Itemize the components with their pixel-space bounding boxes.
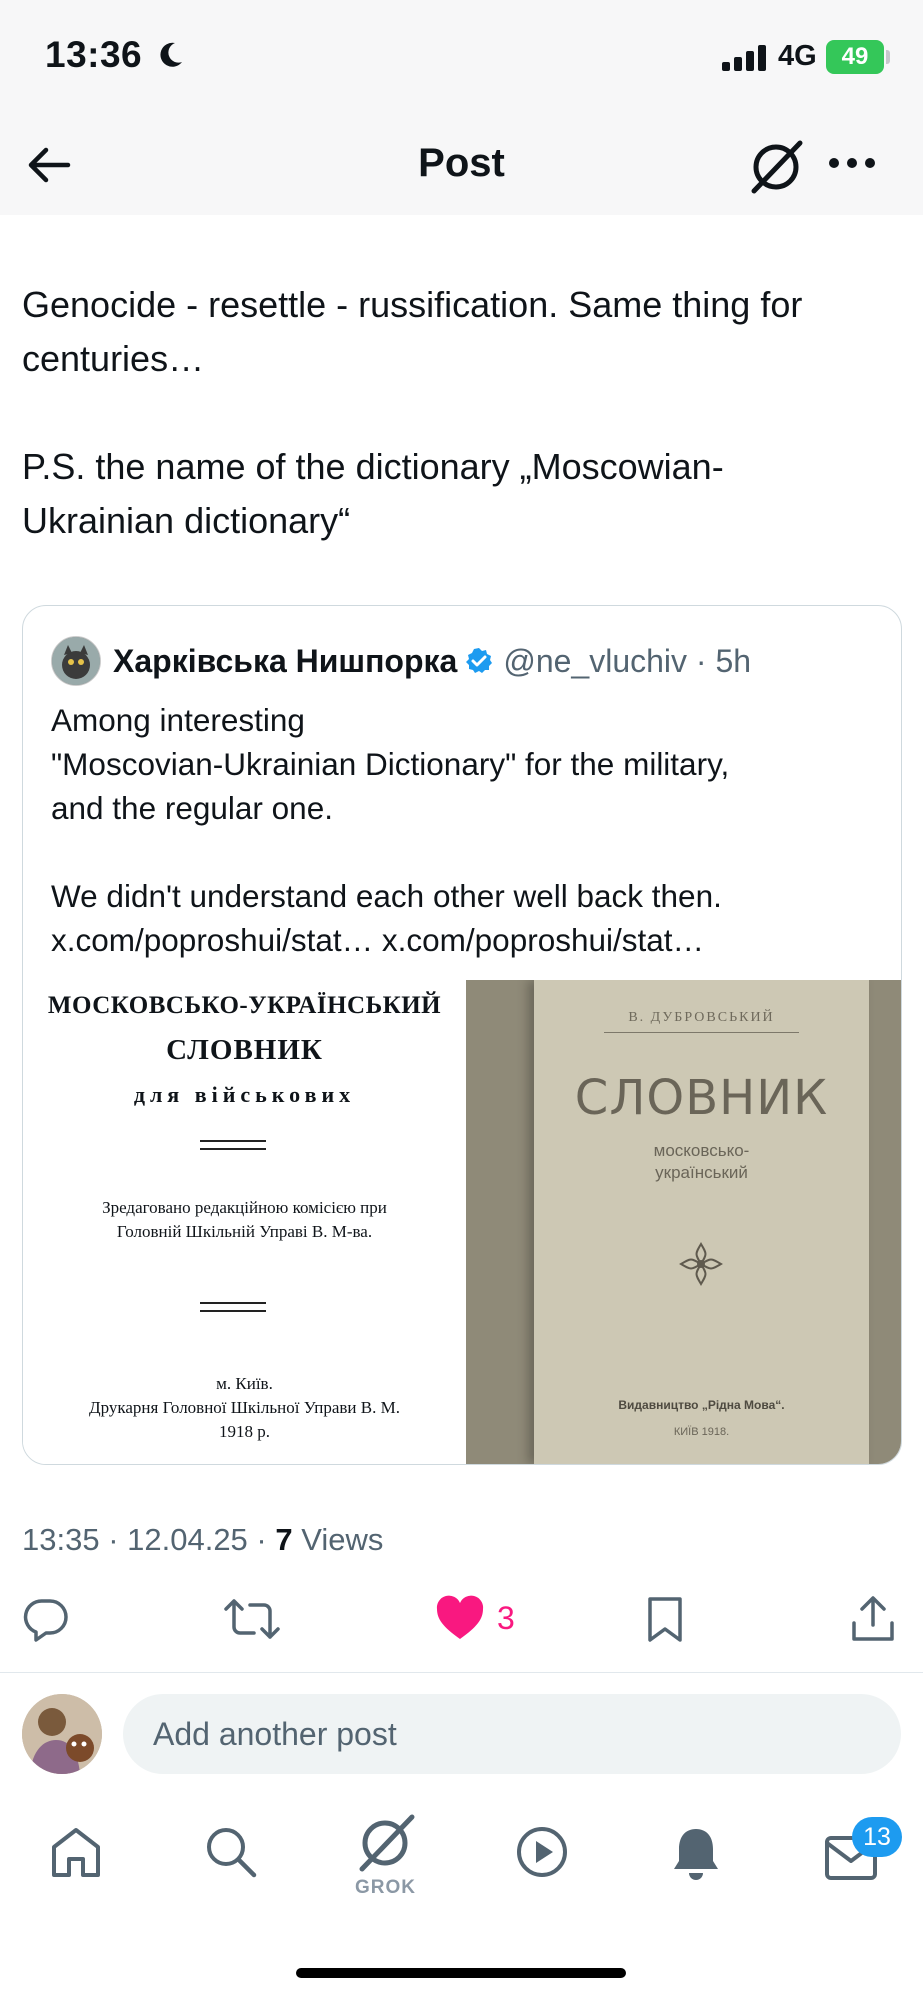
tab-grok-label: GROK	[355, 1877, 416, 1898]
image-text: московсько- український	[534, 1140, 869, 1184]
image-text: СЛОВНИК	[166, 1034, 323, 1066]
post-text-line: centuries…	[22, 338, 205, 379]
quoted-images: МОСКОВСЬКО-УКРАЇНСЬКИЙ СЛОВНИК для війсь…	[23, 980, 901, 1464]
video-icon[interactable]	[515, 1825, 569, 1879]
post-header: Post	[0, 115, 923, 215]
image-text: український	[655, 1163, 748, 1182]
repost-button[interactable]	[224, 1595, 280, 1643]
image-text: Видавництво „Рідна Мова“.	[618, 1398, 785, 1412]
image-text: м. Київ. Друкарня Головної Шкільної Упра…	[23, 1372, 466, 1444]
ornament-icon	[679, 1242, 723, 1286]
notifications-icon[interactable]	[669, 1825, 723, 1881]
reply-icon	[23, 1599, 68, 1642]
quoted-text-line: Among interesting	[51, 702, 305, 738]
status-time: 13:36	[45, 34, 143, 75]
image-text: для військових	[133, 1082, 356, 1107]
divider	[604, 1032, 799, 1033]
divider	[0, 1672, 923, 1673]
image-text: 1918 р.	[219, 1422, 270, 1441]
bookmark-icon	[648, 1597, 682, 1642]
image-text: м. Київ.	[216, 1374, 273, 1393]
quoted-post-header: Харківська Нишпорка @ne_vluchiv · 5h	[51, 636, 751, 686]
moon-icon	[160, 42, 182, 67]
image-text: Зредаговано редакційною комісією при	[102, 1198, 387, 1217]
image-text: МОСКОВСЬКО-УКРАЇНСЬКИЙ	[47, 992, 442, 1019]
divider	[200, 1140, 266, 1150]
home-indicator[interactable]	[296, 1968, 626, 1978]
image-text: московсько-	[653, 1141, 750, 1160]
image-text: Головній Шкільній Управі В. М-ва.	[116, 1222, 373, 1241]
divider	[200, 1302, 266, 1312]
image-text: СЛОВНИК	[574, 1070, 829, 1126]
quoted-handle-time: @ne_vluchiv · 5h	[503, 642, 752, 679]
quoted-avatar[interactable]	[51, 636, 101, 686]
status-bar: 13:36 4G 49	[0, 0, 923, 115]
battery-charging-icon: 49	[826, 40, 884, 74]
views-label[interactable]: Views	[293, 1522, 383, 1557]
share-button[interactable]	[850, 1595, 896, 1643]
views-count: 7	[275, 1522, 293, 1557]
image-text: Друкарня Головної Шкільної Управи В. М.	[89, 1398, 400, 1417]
post-text-line: Genocide - resettle - russification. Sam…	[22, 284, 803, 325]
search-icon[interactable]	[204, 1825, 258, 1879]
post-text-line: Ukrainian dictionary“	[22, 500, 351, 541]
quoted-text-line: We didn't understand each other well bac…	[51, 878, 722, 914]
quoted-text-links[interactable]: x.com/poproshui/stat… x.com/poproshui/st…	[51, 918, 891, 962]
reply-button[interactable]	[22, 1595, 70, 1643]
quoted-post[interactable]: Харківська Нишпорка @ne_vluchiv · 5h Amo…	[22, 605, 902, 1465]
post-actions: 3	[0, 1595, 923, 1651]
dictionary-title-page-image[interactable]: МОСКОВСЬКО-УКРАЇНСЬКИЙ СЛОВНИК для війсь…	[23, 980, 466, 1464]
post-meta: 13:35 · 12.04.25 · 7 Views	[22, 1522, 383, 1558]
post-body: Genocide - resettle - russification. Sam…	[22, 278, 902, 548]
reply-input[interactable]: Add another post	[123, 1694, 901, 1774]
grok-icon[interactable]	[350, 1811, 420, 1877]
share-icon	[852, 1596, 894, 1641]
verified-badge-icon	[466, 648, 493, 673]
bookmark-button[interactable]	[645, 1595, 685, 1643]
battery-level: 49	[841, 43, 869, 70]
post-text-line: P.S. the name of the dictionary „Moscowi…	[22, 446, 724, 487]
dictionary-cover-image[interactable]: В. ДУБРОВСЬКИЙ СЛОВНИК московсько- украї…	[466, 980, 901, 1464]
signal-icon	[722, 45, 766, 71]
repost-icon	[224, 1599, 280, 1639]
grok-icon[interactable]	[746, 137, 806, 197]
battery-cap	[886, 50, 890, 64]
post-timestamp: 13:35 · 12.04.25 ·	[22, 1522, 276, 1557]
quoted-author-name[interactable]: Харківська Нишпорка	[113, 643, 457, 680]
image-text: Зредаговано редакційною комісією при Гол…	[23, 1196, 466, 1244]
messages-badge: 13	[852, 1817, 902, 1857]
more-icon[interactable]	[828, 157, 876, 169]
image-text: В. ДУБРОВСЬКИЙ	[628, 1010, 775, 1025]
quoted-text-line: and the regular one.	[51, 790, 333, 826]
quoted-text-line: "Moscovian-Ukrainian Dictionary" for the…	[51, 746, 730, 782]
quoted-post-text: Among interesting "Moscovian-Ukrainian D…	[51, 698, 891, 962]
network-type: 4G	[778, 40, 817, 72]
heart-icon	[436, 1595, 484, 1639]
like-count: 3	[497, 1599, 515, 1636]
avatar[interactable]	[22, 1694, 102, 1774]
book-cover: В. ДУБРОВСЬКИЙ СЛОВНИК московсько- украї…	[534, 980, 869, 1464]
home-icon[interactable]	[49, 1825, 103, 1879]
like-button[interactable]: 3	[435, 1595, 515, 1641]
image-text: КИЇВ 1918.	[673, 1426, 730, 1438]
